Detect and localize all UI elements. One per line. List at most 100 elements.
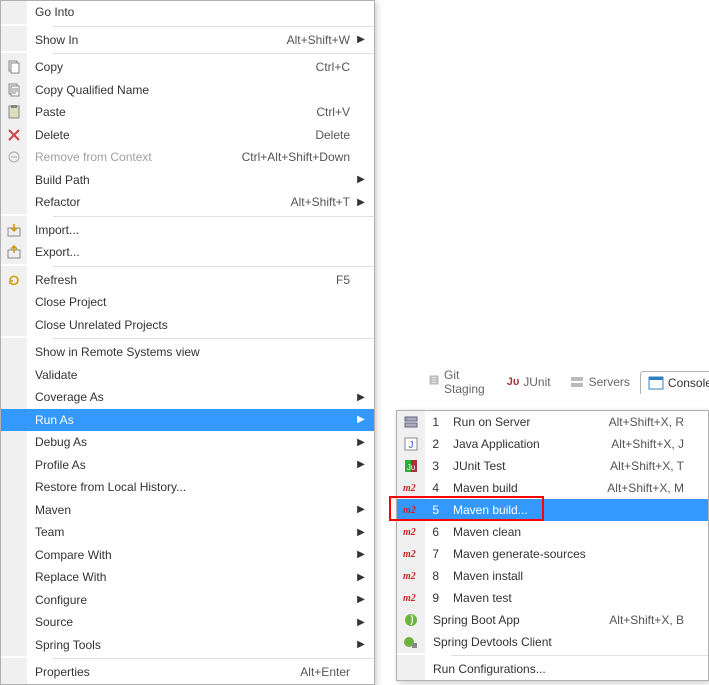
menu-item-label: Refresh [27, 273, 336, 287]
menu-item-accelerator: Alt+Shift+X, R [609, 415, 688, 429]
menu-item-accelerator: Alt+Shift+X, M [607, 481, 688, 495]
menu-item-number: 4 [425, 481, 445, 495]
menu-item-close-project[interactable]: Close Project [1, 291, 374, 314]
menu-item-maven-build[interactable]: m24Maven buildAlt+Shift+X, M [397, 477, 708, 499]
submenu-arrow-icon: ▶ [354, 34, 368, 45]
menu-item-maven-install[interactable]: m28Maven install [397, 565, 708, 587]
menu-item-delete[interactable]: DeleteDelete [1, 124, 374, 147]
tab-label: Git Staging [444, 368, 489, 396]
menu-item-run-on-server[interactable]: 1Run on ServerAlt+Shift+X, R [397, 411, 708, 433]
menu-item-run-configurations[interactable]: Run Configurations... [397, 658, 708, 680]
menu-item-number: 2 [425, 437, 445, 451]
refresh-icon [1, 269, 27, 292]
m2-icon: m2 [397, 477, 425, 499]
blank-icon [1, 454, 27, 477]
menu-item-profile-as[interactable]: Profile As▶ [1, 454, 374, 477]
menu-separator [53, 658, 374, 659]
menu-item-source[interactable]: Source▶ [1, 611, 374, 634]
menu-item-label: JUnit Test [445, 459, 610, 473]
menu-item-maven-build[interactable]: m25Maven build... [397, 499, 708, 521]
menu-item-maven-generate-sources[interactable]: m27Maven generate-sources [397, 543, 708, 565]
menu-item-label: Maven [27, 503, 350, 517]
menu-item-show-in-remote-systems-view[interactable]: Show in Remote Systems view [1, 341, 374, 364]
menu-item-label: Copy Qualified Name [27, 83, 350, 97]
menu-item-label: Show in Remote Systems view [27, 345, 350, 359]
remove-context-icon [1, 146, 27, 169]
menu-item-junit-test[interactable]: Jᴜ3JUnit TestAlt+Shift+X, T [397, 455, 708, 477]
menu-item-accelerator: Alt+Shift+T [291, 195, 354, 209]
menu-item-label: Close Project [27, 295, 350, 309]
menu-item-properties[interactable]: PropertiesAlt+Enter [1, 661, 374, 684]
tab-junit[interactable]: Jᴜ JUnit [499, 371, 559, 393]
menu-item-label: Maven build [445, 481, 607, 495]
menu-item-java-application[interactable]: J2Java ApplicationAlt+Shift+X, J [397, 433, 708, 455]
menu-item-label: Maven install [445, 569, 684, 583]
menu-item-maven-clean[interactable]: m26Maven clean [397, 521, 708, 543]
menu-separator [53, 338, 374, 339]
menu-item-remove-from-context: Remove from ContextCtrl+Alt+Shift+Down [1, 146, 374, 169]
menu-item-number: 3 [425, 459, 445, 473]
menu-item-maven[interactable]: Maven▶ [1, 499, 374, 522]
menu-item-label: Maven build... [445, 503, 684, 517]
menu-item-refresh[interactable]: RefreshF5 [1, 269, 374, 292]
menu-item-copy[interactable]: CopyCtrl+C [1, 56, 374, 79]
menu-item-team[interactable]: Team▶ [1, 521, 374, 544]
menu-item-paste[interactable]: PasteCtrl+V [1, 101, 374, 124]
menu-item-validate[interactable]: Validate [1, 364, 374, 387]
menu-item-spring-devtools-client[interactable]: Spring Devtools Client [397, 631, 708, 653]
menu-item-debug-as[interactable]: Debug As▶ [1, 431, 374, 454]
menu-item-replace-with[interactable]: Replace With▶ [1, 566, 374, 589]
menu-item-compare-with[interactable]: Compare With▶ [1, 544, 374, 567]
blank-icon [1, 431, 27, 454]
menu-item-label: Paste [27, 105, 316, 119]
java-icon: J [397, 433, 425, 455]
menu-item-restore-from-local-history[interactable]: Restore from Local History... [1, 476, 374, 499]
tab-servers[interactable]: Servers [561, 370, 638, 394]
menu-item-import[interactable]: Import... [1, 219, 374, 242]
menu-item-label: Coverage As [27, 390, 350, 404]
server-icon [397, 411, 425, 433]
blank-icon [1, 611, 27, 634]
view-tabs: Git Staging Jᴜ JUnit Servers Console ⛶ [420, 364, 709, 400]
m2-icon: m2 [397, 587, 425, 609]
menu-item-label: Import... [27, 223, 350, 237]
menu-item-label: Source [27, 615, 350, 629]
svg-text:J: J [409, 440, 414, 451]
menu-item-show-in[interactable]: Show InAlt+Shift+W▶ [1, 29, 374, 52]
menu-item-label: Configure [27, 593, 350, 607]
tab-console[interactable]: Console ⛶ [640, 371, 709, 394]
menu-item-number: 6 [425, 525, 445, 539]
blank-icon [1, 409, 27, 432]
menu-item-build-path[interactable]: Build Path▶ [1, 169, 374, 192]
menu-item-go-into[interactable]: Go Into [1, 1, 374, 24]
menu-item-export[interactable]: Export... [1, 241, 374, 264]
menu-item-label: Show In [27, 33, 287, 47]
import-icon [1, 219, 27, 242]
menu-item-configure[interactable]: Configure ▶ [1, 589, 374, 612]
menu-item-label: Maven clean [445, 525, 684, 539]
menu-item-refactor[interactable]: RefactorAlt+Shift+T▶ [1, 191, 374, 214]
menu-item-spring-tools[interactable]: Spring Tools▶ [1, 634, 374, 657]
menu-item-label: Profile As [27, 458, 350, 472]
menu-item-number: 8 [425, 569, 445, 583]
console-icon [648, 375, 664, 391]
menu-item-label: Close Unrelated Projects [27, 318, 350, 332]
menu-item-coverage-as[interactable]: Coverage As▶ [1, 386, 374, 409]
svg-text:Jᴜ: Jᴜ [407, 463, 415, 472]
blank-icon [1, 499, 27, 522]
menu-item-run-as[interactable]: Run As▶ [1, 409, 374, 432]
menu-item-maven-test[interactable]: m29Maven test [397, 587, 708, 609]
menu-item-accelerator: Alt+Shift+X, B [609, 613, 688, 627]
menu-item-label: Export... [27, 245, 350, 259]
menu-item-close-unrelated-projects[interactable]: Close Unrelated Projects [1, 314, 374, 337]
menu-item-label: Team [27, 525, 350, 539]
menu-item-copy-qualified-name[interactable]: Copy Qualified Name [1, 79, 374, 102]
blank-icon [1, 386, 27, 409]
spring-dev-icon [397, 631, 425, 653]
menu-item-spring-boot-app[interactable]: Spring Boot AppAlt+Shift+X, B [397, 609, 708, 631]
menu-item-accelerator: Delete [315, 128, 354, 142]
tab-git-staging[interactable]: Git Staging [420, 364, 497, 400]
m2-icon: m2 [397, 543, 425, 565]
submenu-arrow-icon: ▶ [354, 594, 368, 605]
m2-icon: m2 [397, 565, 425, 587]
